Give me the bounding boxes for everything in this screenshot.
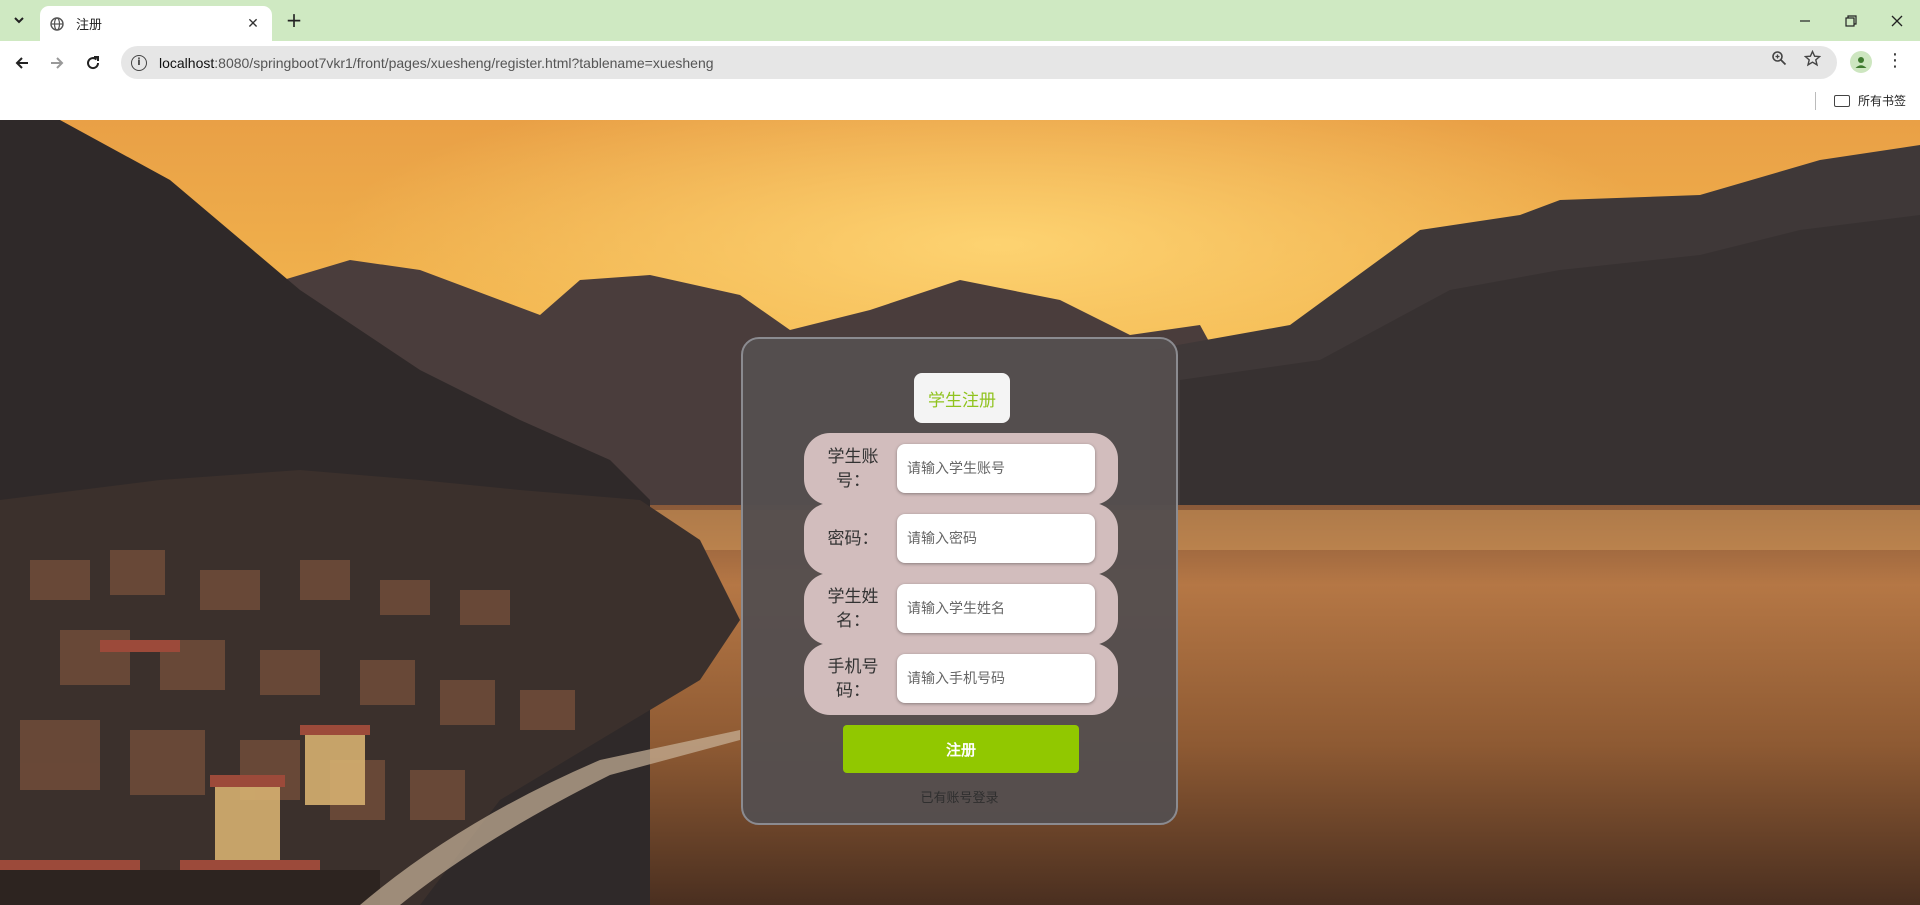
arrow-right-icon	[51, 57, 64, 69]
chevron-down-icon	[14, 17, 24, 24]
globe-icon	[50, 16, 66, 32]
star-icon[interactable]	[1803, 49, 1821, 67]
bookmarks-divider	[1815, 92, 1816, 110]
phone-row: 手机号码：	[804, 643, 1118, 715]
password-input[interactable]	[897, 514, 1095, 563]
page-viewport: 学生注册 学生账号： 密码： 学生姓名： 手机号码： 注册 已有账号登录	[0, 120, 1920, 905]
folder-icon	[1834, 94, 1850, 107]
username-row: 学生账号：	[804, 433, 1118, 505]
password-label: 密码：	[827, 529, 879, 549]
avatar-icon[interactable]	[1850, 51, 1872, 73]
restore-icon	[1845, 14, 1857, 27]
forward-button[interactable]	[43, 49, 71, 77]
url-path: :8080/springboot7vkr1/front/pages/xueshe…	[214, 54, 714, 71]
register-card: 学生注册 学生账号： 密码： 学生姓名： 手机号码： 注册 已有账号登录	[741, 337, 1178, 825]
tab-register[interactable]: 注册 ✕	[40, 6, 272, 41]
username-label: 学生账号：	[827, 447, 879, 491]
minimize-button[interactable]	[1782, 0, 1828, 41]
url-host: localhost	[159, 54, 215, 71]
all-bookmarks-button[interactable]: 所有书签	[1834, 92, 1906, 109]
all-bookmarks-label: 所有书签	[1858, 94, 1907, 108]
reload-icon	[87, 56, 100, 70]
username-input[interactable]	[897, 444, 1095, 493]
login-link[interactable]: 已有账号登录	[743, 787, 1176, 806]
minimize-icon	[1800, 19, 1810, 22]
url-text: localhost:8080/springboot7vkr1/front/pag…	[159, 55, 714, 71]
info-icon[interactable]: i	[131, 54, 147, 71]
reload-button[interactable]	[79, 49, 107, 77]
name-input[interactable]	[897, 584, 1095, 633]
zoom-icon[interactable]	[1770, 49, 1788, 67]
window-close-button[interactable]	[1874, 0, 1920, 41]
register-button[interactable]: 注册	[843, 725, 1079, 773]
restore-button[interactable]	[1828, 0, 1874, 41]
arrow-left-icon	[15, 57, 28, 69]
new-tab-button[interactable]: +	[282, 9, 306, 33]
phone-input[interactable]	[897, 654, 1095, 703]
kebab-icon[interactable]: ⋮	[1886, 51, 1904, 73]
address-bar[interactable]: i localhost:8080/springboot7vkr1/front/p…	[121, 46, 1837, 79]
tab-strip: 注册 ✕ +	[0, 0, 1920, 41]
phone-label: 手机号码：	[827, 657, 879, 701]
close-icon[interactable]: ✕	[244, 16, 262, 32]
close-icon	[1891, 15, 1903, 26]
browser-toolbar: i localhost:8080/springboot7vkr1/front/p…	[0, 41, 1920, 84]
password-row: 密码：	[804, 503, 1118, 575]
name-row: 学生姓名：	[804, 573, 1118, 645]
back-button[interactable]	[8, 49, 36, 77]
tab-title: 注册	[76, 18, 103, 33]
name-label: 学生姓名：	[827, 587, 879, 631]
tab-search-button[interactable]	[6, 9, 32, 31]
bookmarks-bar: 所有书签	[0, 84, 1920, 120]
register-title: 学生注册	[914, 373, 1010, 423]
